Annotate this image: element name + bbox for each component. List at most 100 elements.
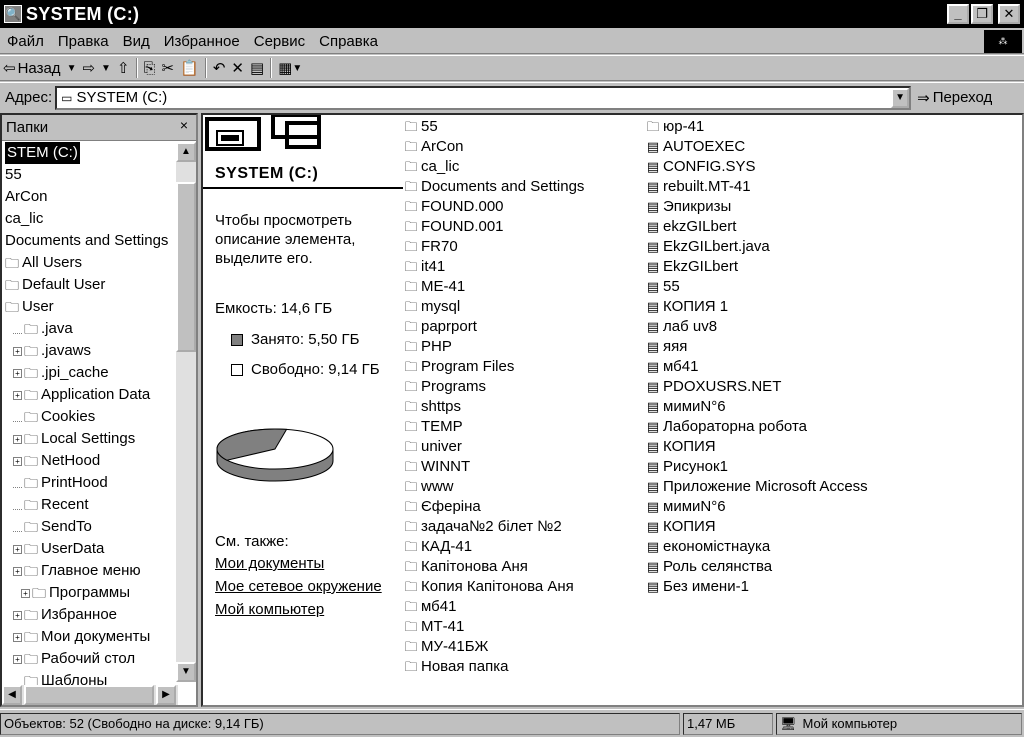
expand-icon[interactable]: + (13, 346, 22, 356)
expand-icon[interactable]: + (13, 654, 22, 664)
file-item[interactable]: 🗀 WINNT (403, 457, 584, 477)
close-button[interactable]: ✕ (998, 4, 1020, 24)
link-my-documents[interactable]: Мои документы (215, 555, 324, 572)
paste-icon[interactable]: 📋 (177, 59, 202, 77)
file-item[interactable]: 🗀 Новая папка (403, 657, 584, 677)
file-item[interactable]: ▤ EkzGILbert.java (645, 237, 868, 257)
tree-item[interactable]: + 🗀 .javaws (2, 340, 176, 362)
file-item[interactable]: ▤ мимиN°6 (645, 497, 868, 517)
hscroll-thumb[interactable] (24, 685, 154, 705)
up-folder-button[interactable]: ⇧ (114, 59, 133, 77)
file-item[interactable]: 🗀 Documents and Settings (403, 177, 584, 197)
file-item[interactable]: 🗀 55 (403, 117, 584, 137)
expand-icon[interactable]: + (13, 632, 22, 642)
tree-horizontal-scrollbar[interactable]: ◀ ▶ (2, 685, 178, 705)
expand-icon[interactable]: + (13, 566, 22, 576)
undo-icon[interactable]: ↶ (210, 59, 229, 77)
back-button[interactable]: ⇦ Назад (0, 59, 64, 78)
maximize-button[interactable]: ❐ (971, 4, 993, 24)
menu-tools[interactable]: Сервис (247, 33, 312, 50)
expand-icon[interactable]: + (13, 544, 22, 554)
tree-item[interactable]: + 🗀 Application Data (2, 384, 176, 406)
scroll-down-icon[interactable]: ▼ (176, 662, 196, 682)
file-item[interactable]: 🗀 Копия Капітонова Аня (403, 577, 584, 597)
tree-item[interactable]: 🗀 User (2, 296, 176, 318)
delete-icon[interactable]: ✕ (228, 59, 247, 77)
file-item[interactable]: ▤ Рисунок1 (645, 457, 868, 477)
expand-icon[interactable]: + (13, 390, 22, 400)
close-folders-icon[interactable]: × (180, 117, 188, 133)
file-item[interactable]: ▤ EkzGILbert (645, 257, 868, 277)
file-item[interactable]: ▤ rebuilt.MT-41 (645, 177, 868, 197)
file-item[interactable]: ▤ AUTOEXEC (645, 137, 868, 157)
expand-icon[interactable]: + (21, 588, 30, 598)
tree-item[interactable]: 🗀 Cookies (2, 406, 176, 428)
address-dropdown-button[interactable]: ▼ (891, 87, 910, 108)
file-item[interactable]: 🗀 PHP (403, 337, 584, 357)
file-item[interactable]: ▤ лаб uv8 (645, 317, 868, 337)
file-item[interactable]: 🗀 univer (403, 437, 584, 457)
file-item[interactable]: 🗀 мб41 (403, 597, 584, 617)
file-item[interactable]: 🗀 МТ-41 (403, 617, 584, 637)
tree-item[interactable]: 🗀 Default User (2, 274, 176, 296)
go-button[interactable]: ⇒ Переход (917, 89, 992, 107)
tree-item[interactable]: ArCon (2, 186, 176, 208)
file-item[interactable]: ▤ CONFIG.SYS (645, 157, 868, 177)
file-item[interactable]: ▤ ekzGILbert (645, 217, 868, 237)
views-button[interactable]: ▦ ▼ (275, 59, 305, 77)
tree-item[interactable]: STEM (C:) (2, 142, 176, 164)
file-item[interactable]: ▤ мб41 (645, 357, 868, 377)
file-item[interactable]: 🗀 Programs (403, 377, 584, 397)
address-input[interactable]: ▭ SYSTEM (C:) ▼ (55, 85, 912, 110)
link-network-places[interactable]: Мое сетевое окружение (215, 578, 382, 595)
menu-file[interactable]: Файл (0, 33, 51, 50)
tree-item[interactable]: + 🗀 .jpi_cache (2, 362, 176, 384)
file-item[interactable]: 🗀 МУ-41БЖ (403, 637, 584, 657)
file-item[interactable]: 🗀 FOUND.000 (403, 197, 584, 217)
file-item[interactable]: ▤ КОПИЯ (645, 517, 868, 537)
file-item[interactable]: 🗀 Program Files (403, 357, 584, 377)
tree-item[interactable]: + 🗀 Local Settings (2, 428, 176, 450)
forward-dropdown[interactable]: ▼ (98, 63, 114, 74)
scroll-right-icon[interactable]: ▶ (156, 685, 176, 705)
tree-item[interactable]: 55 (2, 164, 176, 186)
menu-help[interactable]: Справка (312, 33, 385, 50)
file-item[interactable]: 🗀 TEMP (403, 417, 584, 437)
title-bar[interactable]: 🔍 SYSTEM (C:) _ ❐ ✕ (0, 0, 1024, 28)
scroll-left-icon[interactable]: ◀ (2, 685, 22, 705)
file-item[interactable]: ▤ КОПИЯ 1 (645, 297, 868, 317)
file-item[interactable]: 🗀 it41 (403, 257, 584, 277)
tree-item[interactable]: + 🗀 Мои документы (2, 626, 176, 648)
file-item[interactable]: 🗀 mysql (403, 297, 584, 317)
copy-to-button[interactable]: ⎘ (141, 60, 159, 77)
expand-icon[interactable]: + (13, 610, 22, 620)
file-item[interactable]: ▤ PDOXUSRS.NET (645, 377, 868, 397)
minimize-button[interactable]: _ (947, 4, 969, 24)
file-item[interactable]: 🗀 задача№2 білет №2 (403, 517, 584, 537)
file-item[interactable]: 🗀 ME-41 (403, 277, 584, 297)
tree-item[interactable]: + 🗀 NetHood (2, 450, 176, 472)
expand-icon[interactable]: + (13, 434, 22, 444)
tree-item[interactable]: + 🗀 Избранное (2, 604, 176, 626)
tree-item[interactable]: + 🗀 Программы (2, 582, 176, 604)
tree-item[interactable]: 🗀 Recent (2, 494, 176, 516)
back-dropdown[interactable]: ▼ (64, 63, 80, 74)
tree-item[interactable]: + 🗀 Главное меню (2, 560, 176, 582)
file-item[interactable]: ▤ економістнаука (645, 537, 868, 557)
tree-item[interactable]: Documents and Settings (2, 230, 176, 252)
file-item[interactable]: ▤ Лабораторна робота (645, 417, 868, 437)
file-item[interactable]: 🗀 КАД-41 (403, 537, 584, 557)
properties-icon[interactable]: ▤ (247, 59, 267, 77)
file-item[interactable]: 🗀 Єферіна (403, 497, 584, 517)
file-item[interactable]: ▤ 55 (645, 277, 868, 297)
file-item[interactable]: 🗀 ca_lic (403, 157, 584, 177)
tree-vertical-scrollbar[interactable]: ▲ ▼ (176, 142, 196, 682)
tree-item[interactable]: 🗀 All Users (2, 252, 176, 274)
file-item[interactable]: ▤ Роль селянства (645, 557, 868, 577)
tree-item[interactable]: 🗀 PrintHood (2, 472, 176, 494)
cut-icon[interactable]: ✂ (159, 59, 178, 77)
file-item[interactable]: 🗀 paprport (403, 317, 584, 337)
menu-favorites[interactable]: Избранное (157, 33, 247, 50)
file-item[interactable]: ▤ яяя (645, 337, 868, 357)
tree-item[interactable]: 🗀 SendTo (2, 516, 176, 538)
